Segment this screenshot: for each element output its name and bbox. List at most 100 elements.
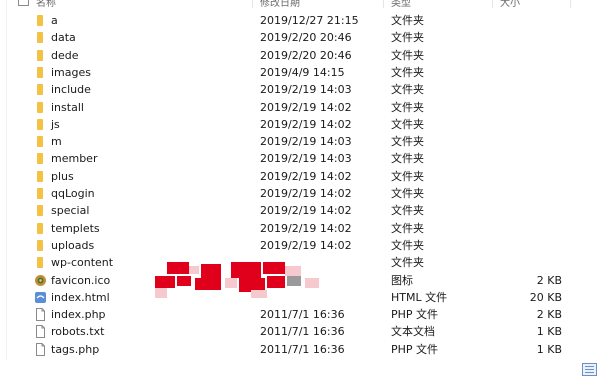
- redaction-block: [263, 262, 285, 274]
- redaction-block: [177, 276, 191, 286]
- file-modified: 2019/2/19 14:02: [260, 100, 352, 114]
- column-divider[interactable]: [252, 0, 253, 8]
- file-modified: 2011/7/1 16:36: [260, 342, 345, 356]
- select-all-checkbox[interactable]: [18, 0, 29, 6]
- file-row[interactable]: install 2019/2/19 14:02 文件夹: [0, 99, 590, 116]
- redaction-mosaic: [155, 262, 345, 298]
- file-modified: 2019/2/19 14:03: [260, 135, 352, 149]
- redaction-block: [267, 276, 285, 288]
- file-row[interactable]: js 2019/2/19 14:02 文件夹: [0, 116, 590, 133]
- file-row[interactable]: templets 2019/2/19 14:02 文件夹: [0, 220, 590, 237]
- file-row[interactable]: include 2019/2/19 14:03 文件夹: [0, 81, 590, 98]
- folder-icon: [37, 153, 43, 165]
- file-name: index.php: [51, 308, 106, 322]
- file-row[interactable]: a 2019/12/27 21:15 文件夹: [0, 12, 590, 29]
- folder-icon: [37, 118, 43, 130]
- file-type: 文件夹: [391, 65, 424, 79]
- column-divider[interactable]: [570, 0, 571, 8]
- file-modified: 2019/2/19 14:03: [260, 152, 352, 166]
- file-row[interactable]: special 2019/2/19 14:02 文件夹: [0, 202, 590, 219]
- redaction-block: [155, 288, 167, 298]
- file-modified: 2019/2/20 20:46: [260, 48, 352, 62]
- html-file-icon: [34, 291, 47, 304]
- redaction-block: [285, 266, 301, 276]
- file-row[interactable]: uploads 2019/2/19 14:02 文件夹: [0, 237, 590, 254]
- file-name: plus: [51, 169, 74, 183]
- redaction-block: [305, 278, 319, 288]
- file-name: images: [51, 65, 91, 79]
- file-name: data: [51, 31, 76, 45]
- column-divider[interactable]: [383, 0, 384, 8]
- file-name: m: [51, 135, 62, 149]
- file-name: install: [51, 100, 84, 114]
- file-type: 文件夹: [391, 14, 424, 27]
- redaction-block: [155, 276, 175, 288]
- file-type: PHP 文件: [391, 342, 439, 356]
- file-name: qqLogin: [51, 187, 95, 200]
- folder-icon: [37, 32, 43, 44]
- file-name: dede: [51, 48, 79, 62]
- details-view-icon[interactable]: [582, 363, 597, 376]
- file-row[interactable]: robots.txt 2011/7/1 16:36 文本文档 1 KB: [0, 323, 590, 340]
- folder-icon: [37, 170, 43, 182]
- txt-file-icon: [34, 325, 47, 339]
- redaction-block: [225, 278, 237, 288]
- file-name: uploads: [51, 238, 95, 252]
- column-header-name[interactable]: 名称: [36, 0, 56, 9]
- file-type: 文本文档: [391, 325, 435, 339]
- redaction-block: [195, 278, 221, 290]
- folder-icon: [37, 188, 43, 199]
- file-type: 图标: [391, 273, 413, 287]
- file-row[interactable]: index.php 2011/7/1 16:36 PHP 文件 2 KB: [0, 306, 590, 323]
- file-type: PHP 文件: [391, 308, 439, 322]
- file-type: 文件夹: [391, 152, 424, 166]
- file-type: 文件夹: [391, 100, 424, 114]
- file-name: special: [51, 204, 90, 218]
- file-type: 文件夹: [391, 187, 424, 200]
- file-modified: 2019/2/19 14:02: [260, 169, 352, 183]
- column-header-type[interactable]: 类型: [391, 0, 411, 9]
- redaction-block: [189, 266, 199, 274]
- file-size: 20 KB: [529, 290, 562, 304]
- file-row[interactable]: images 2019/4/9 14:15 文件夹: [0, 64, 590, 81]
- folder-icon: [37, 239, 43, 251]
- file-type: 文件夹: [391, 48, 424, 62]
- file-row[interactable]: dede 2019/2/20 20:46 文件夹: [0, 47, 590, 64]
- file-row[interactable]: member 2019/2/19 14:03 文件夹: [0, 150, 590, 167]
- folder-icon: [37, 15, 43, 26]
- file-modified: 2019/2/19 14:03: [260, 83, 352, 97]
- file-type: 文件夹: [391, 238, 424, 252]
- folder-icon: [37, 49, 43, 61]
- file-modified: 2019/4/9 14:15: [260, 65, 345, 79]
- file-row[interactable]: data 2019/2/20 20:46 文件夹: [0, 29, 590, 46]
- redaction-block: [231, 262, 261, 278]
- file-size: 2 KB: [536, 273, 562, 287]
- folder-icon: [37, 84, 43, 96]
- file-modified: 2019/12/27 21:15: [260, 14, 359, 27]
- column-header-size[interactable]: 大小: [500, 0, 520, 9]
- file-type: 文件夹: [391, 31, 424, 45]
- file-modified: 2019/2/19 14:02: [260, 187, 352, 200]
- file-type: 文件夹: [391, 83, 424, 97]
- file-size: 2 KB: [536, 308, 562, 322]
- redaction-block: [251, 290, 267, 298]
- file-size: 1 KB: [536, 342, 562, 356]
- column-header-modified[interactable]: 修改日期: [260, 0, 300, 9]
- file-row[interactable]: qqLogin 2019/2/19 14:02 文件夹: [0, 185, 590, 202]
- file-name: tags.php: [51, 342, 100, 356]
- file-row[interactable]: tags.php 2011/7/1 16:36 PHP 文件 1 KB: [0, 341, 590, 358]
- folder-icon: [37, 136, 43, 148]
- folder-icon: [37, 222, 43, 234]
- redaction-block: [167, 262, 189, 274]
- file-modified: 2019/2/19 14:02: [260, 204, 352, 218]
- file-row[interactable]: plus 2019/2/19 14:02 文件夹: [0, 168, 590, 185]
- file-row[interactable]: m 2019/2/19 14:03 文件夹: [0, 133, 590, 150]
- file-name: favicon.ico: [51, 273, 111, 287]
- php-file-icon: [34, 342, 47, 356]
- php-file-icon: [34, 308, 47, 322]
- file-type: 文件夹: [391, 221, 424, 235]
- column-divider[interactable]: [492, 0, 493, 8]
- file-type: 文件夹: [391, 204, 424, 218]
- file-name: templets: [51, 221, 100, 235]
- file-type: 文件夹: [391, 135, 424, 149]
